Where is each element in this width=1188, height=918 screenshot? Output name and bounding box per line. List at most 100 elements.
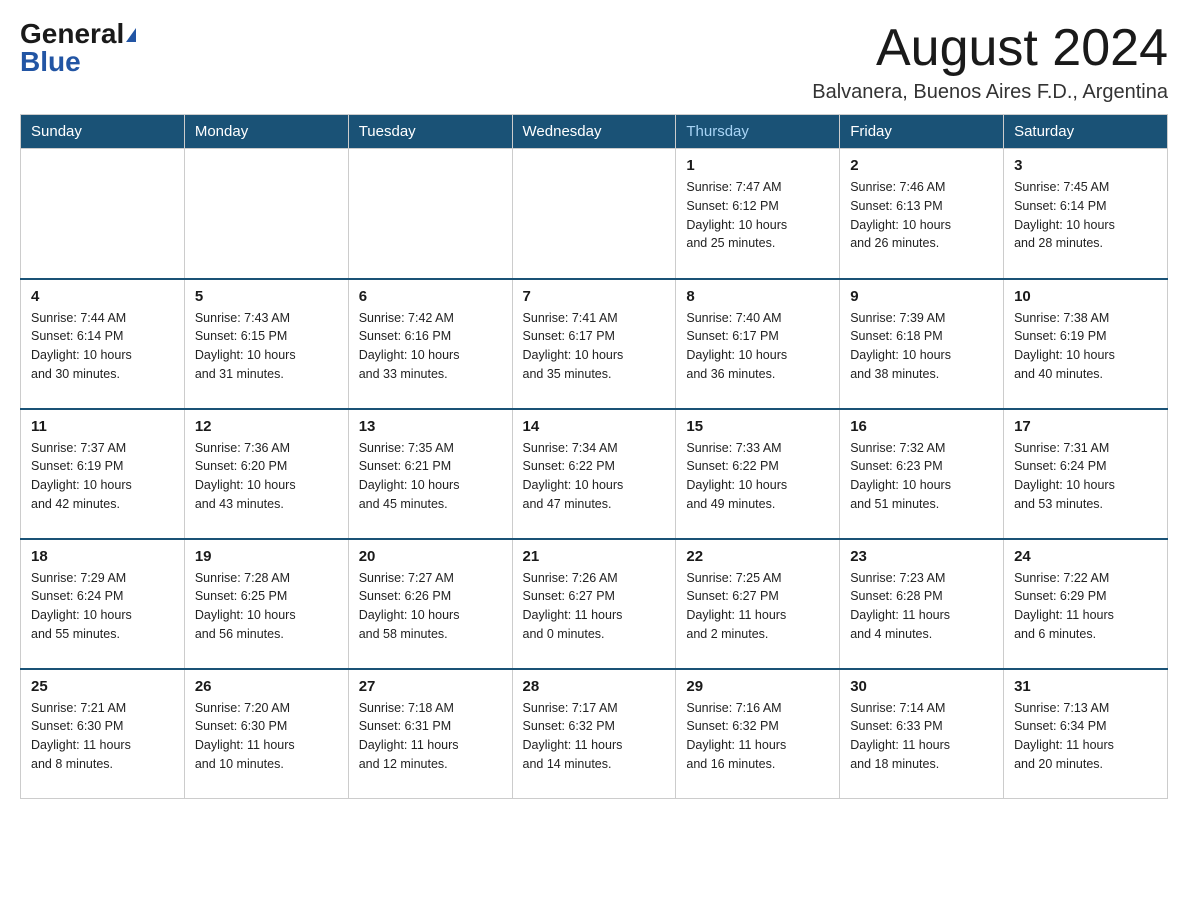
day-info: Sunrise: 7:47 AMSunset: 6:12 PMDaylight:… (686, 178, 829, 253)
table-row: 15 Sunrise: 7:33 AMSunset: 6:22 PMDayligh… (676, 409, 840, 539)
table-row: 26 Sunrise: 7:20 AMSunset: 6:30 PMDayligh… (184, 669, 348, 799)
day-info: Sunrise: 7:28 AMSunset: 6:25 PMDaylight:… (195, 569, 338, 644)
day-number: 3 (1014, 157, 1157, 174)
logo: General Blue (20, 20, 136, 76)
day-info: Sunrise: 7:25 AMSunset: 6:27 PMDaylight:… (686, 569, 829, 644)
table-row (21, 149, 185, 279)
day-info: Sunrise: 7:38 AMSunset: 6:19 PMDaylight:… (1014, 309, 1157, 384)
day-number: 25 (31, 678, 174, 695)
table-row: 7Sunrise: 7:41 AMSunset: 6:17 PMDaylight… (512, 279, 676, 409)
day-number: 23 (850, 548, 993, 565)
day-info: Sunrise: 7:14 AMSunset: 6:33 PMDaylight:… (850, 699, 993, 774)
day-number: 20 (359, 548, 502, 565)
table-row: 29Sunrise: 7:16 AMSunset: 6:32 PMDayligh… (676, 669, 840, 799)
calendar-week-row: 4 Sunrise: 7:44 AMSunset: 6:14 PMDaylight… (21, 279, 1168, 409)
header-saturday: Saturday (1004, 115, 1168, 149)
table-row: 28 Sunrise: 7:17 AMSunset: 6:32 PMDayligh… (512, 669, 676, 799)
table-row: 8Sunrise: 7:40 AMSunset: 6:17 PMDaylight… (676, 279, 840, 409)
table-row: 6 Sunrise: 7:42 AMSunset: 6:16 PMDaylight… (348, 279, 512, 409)
day-info: Sunrise: 7:26 AMSunset: 6:27 PMDaylight:… (523, 569, 666, 644)
table-row: 18Sunrise: 7:29 AMSunset: 6:24 PMDayligh… (21, 539, 185, 669)
day-number: 21 (523, 548, 666, 565)
day-number: 26 (195, 678, 338, 695)
location-subtitle: Balvanera, Buenos Aires F.D., Argentina (812, 81, 1168, 104)
table-row: 25 Sunrise: 7:21 AMSunset: 6:30 PMDayligh… (21, 669, 185, 799)
day-number: 24 (1014, 548, 1157, 565)
day-info: Sunrise: 7:17 AMSunset: 6:32 PMDaylight:… (523, 699, 666, 774)
table-row: 11Sunrise: 7:37 AMSunset: 6:19 PMDayligh… (21, 409, 185, 539)
table-row: 16Sunrise: 7:32 AMSunset: 6:23 PMDayligh… (840, 409, 1004, 539)
table-row (348, 149, 512, 279)
header-friday: Friday (840, 115, 1004, 149)
header-wednesday: Wednesday (512, 115, 676, 149)
table-row: 2 Sunrise: 7:46 AMSunset: 6:13 PMDaylight… (840, 149, 1004, 279)
day-number: 10 (1014, 288, 1157, 305)
day-number: 15 (686, 418, 829, 435)
day-number: 12 (195, 418, 338, 435)
day-info: Sunrise: 7:13 AMSunset: 6:34 PMDaylight:… (1014, 699, 1157, 774)
day-info: Sunrise: 7:41 AMSunset: 6:17 PMDaylight:… (523, 309, 666, 384)
calendar-table: Sunday Monday Tuesday Wednesday Thursday… (20, 114, 1168, 799)
day-info: Sunrise: 7:21 AMSunset: 6:30 PMDaylight:… (31, 699, 174, 774)
table-row: 23 Sunrise: 7:23 AMSunset: 6:28 PMDayligh… (840, 539, 1004, 669)
table-row: 1 Sunrise: 7:47 AMSunset: 6:12 PMDaylight… (676, 149, 840, 279)
day-info: Sunrise: 7:27 AMSunset: 6:26 PMDaylight:… (359, 569, 502, 644)
table-row: 31 Sunrise: 7:13 AMSunset: 6:34 PMDayligh… (1004, 669, 1168, 799)
day-number: 5 (195, 288, 338, 305)
day-number: 29 (686, 678, 829, 695)
table-row: 19 Sunrise: 7:28 AMSunset: 6:25 PMDayligh… (184, 539, 348, 669)
day-info: Sunrise: 7:43 AMSunset: 6:15 PMDaylight:… (195, 309, 338, 384)
table-row (512, 149, 676, 279)
calendar-week-row: 25 Sunrise: 7:21 AMSunset: 6:30 PMDayligh… (21, 669, 1168, 799)
weekday-header-row: Sunday Monday Tuesday Wednesday Thursday… (21, 115, 1168, 149)
day-info: Sunrise: 7:23 AMSunset: 6:28 PMDaylight:… (850, 569, 993, 644)
logo-general-text: General (20, 18, 124, 49)
calendar-week-row: 11Sunrise: 7:37 AMSunset: 6:19 PMDayligh… (21, 409, 1168, 539)
day-number: 28 (523, 678, 666, 695)
page-header: General Blue August 2024 Balvanera, Buen… (20, 20, 1168, 104)
day-info: Sunrise: 7:44 AMSunset: 6:14 PMDaylight:… (31, 309, 174, 384)
day-number: 9 (850, 288, 993, 305)
logo-blue-text: Blue (20, 46, 81, 77)
day-info: Sunrise: 7:32 AMSunset: 6:23 PMDaylight:… (850, 439, 993, 514)
day-number: 18 (31, 548, 174, 565)
table-row: 21 Sunrise: 7:26 AMSunset: 6:27 PMDayligh… (512, 539, 676, 669)
day-info: Sunrise: 7:33 AMSunset: 6:22 PMDaylight:… (686, 439, 829, 514)
month-year-title: August 2024 (812, 20, 1168, 77)
table-row: 12 Sunrise: 7:36 AMSunset: 6:20 PMDayligh… (184, 409, 348, 539)
day-number: 4 (31, 288, 174, 305)
day-info: Sunrise: 7:36 AMSunset: 6:20 PMDaylight:… (195, 439, 338, 514)
table-row: 10 Sunrise: 7:38 AMSunset: 6:19 PMDayligh… (1004, 279, 1168, 409)
day-info: Sunrise: 7:39 AMSunset: 6:18 PMDaylight:… (850, 309, 993, 384)
day-number: 14 (523, 418, 666, 435)
calendar-week-row: 1 Sunrise: 7:47 AMSunset: 6:12 PMDaylight… (21, 149, 1168, 279)
day-info: Sunrise: 7:45 AMSunset: 6:14 PMDaylight:… (1014, 178, 1157, 253)
logo-triangle-icon (126, 28, 136, 42)
logo-top-row: General (20, 20, 136, 48)
table-row: 9 Sunrise: 7:39 AMSunset: 6:18 PMDaylight… (840, 279, 1004, 409)
table-row: 22 Sunrise: 7:25 AMSunset: 6:27 PMDayligh… (676, 539, 840, 669)
table-row: 30Sunrise: 7:14 AMSunset: 6:33 PMDayligh… (840, 669, 1004, 799)
header-monday: Monday (184, 115, 348, 149)
day-number: 1 (686, 157, 829, 174)
table-row: 27Sunrise: 7:18 AMSunset: 6:31 PMDayligh… (348, 669, 512, 799)
day-number: 19 (195, 548, 338, 565)
table-row: 5 Sunrise: 7:43 AMSunset: 6:15 PMDaylight… (184, 279, 348, 409)
day-info: Sunrise: 7:20 AMSunset: 6:30 PMDaylight:… (195, 699, 338, 774)
day-info: Sunrise: 7:31 AMSunset: 6:24 PMDaylight:… (1014, 439, 1157, 514)
day-info: Sunrise: 7:40 AMSunset: 6:17 PMDaylight:… (686, 309, 829, 384)
day-info: Sunrise: 7:46 AMSunset: 6:13 PMDaylight:… (850, 178, 993, 253)
day-info: Sunrise: 7:35 AMSunset: 6:21 PMDaylight:… (359, 439, 502, 514)
day-number: 27 (359, 678, 502, 695)
day-number: 11 (31, 418, 174, 435)
day-info: Sunrise: 7:42 AMSunset: 6:16 PMDaylight:… (359, 309, 502, 384)
day-number: 2 (850, 157, 993, 174)
day-number: 31 (1014, 678, 1157, 695)
day-number: 17 (1014, 418, 1157, 435)
header-sunday: Sunday (21, 115, 185, 149)
table-row: 3 Sunrise: 7:45 AMSunset: 6:14 PMDaylight… (1004, 149, 1168, 279)
day-number: 22 (686, 548, 829, 565)
day-info: Sunrise: 7:22 AMSunset: 6:29 PMDaylight:… (1014, 569, 1157, 644)
day-number: 6 (359, 288, 502, 305)
calendar-week-row: 18Sunrise: 7:29 AMSunset: 6:24 PMDayligh… (21, 539, 1168, 669)
